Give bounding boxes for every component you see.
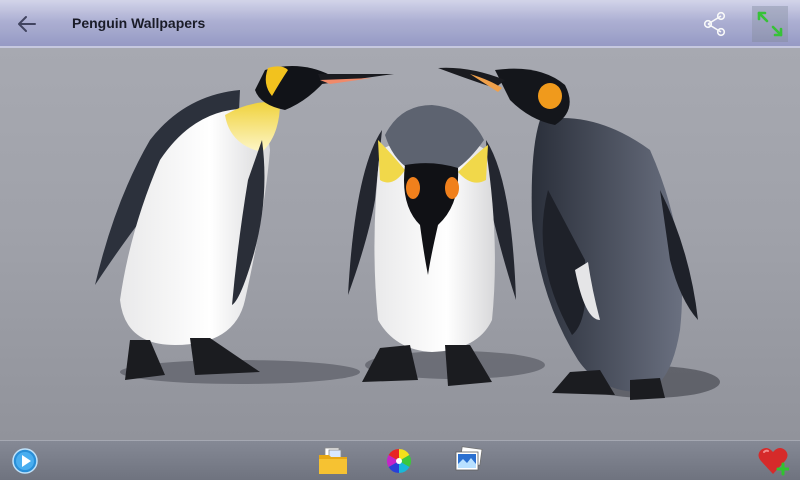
- share-icon: [703, 11, 726, 37]
- back-arrow-icon: [18, 16, 36, 32]
- gallery-button[interactable]: [451, 445, 485, 477]
- color-wheel-icon: [386, 449, 412, 473]
- slideshow-play-icon: [12, 448, 38, 474]
- share-button[interactable]: [700, 8, 730, 40]
- wallpaper-viewer-screen: Penguin Wallpapers: [0, 0, 800, 480]
- add-favorite-button[interactable]: [756, 445, 790, 477]
- fullscreen-toggle-icon: [757, 11, 783, 37]
- fullscreen-button[interactable]: [752, 6, 788, 42]
- bottom-toolbar: [0, 440, 800, 480]
- folder-icon: [319, 447, 347, 474]
- folder-button[interactable]: [316, 445, 350, 477]
- back-button[interactable]: [10, 8, 44, 40]
- color-picker-button[interactable]: [382, 445, 416, 477]
- top-action-bar: Penguin Wallpapers: [0, 0, 800, 48]
- slideshow-button[interactable]: [8, 445, 42, 477]
- wallpaper-image: [0, 0, 800, 480]
- favorite-heart-add-icon: [758, 448, 789, 476]
- gallery-images-icon: [455, 446, 483, 471]
- page-title: Penguin Wallpapers: [72, 15, 206, 31]
